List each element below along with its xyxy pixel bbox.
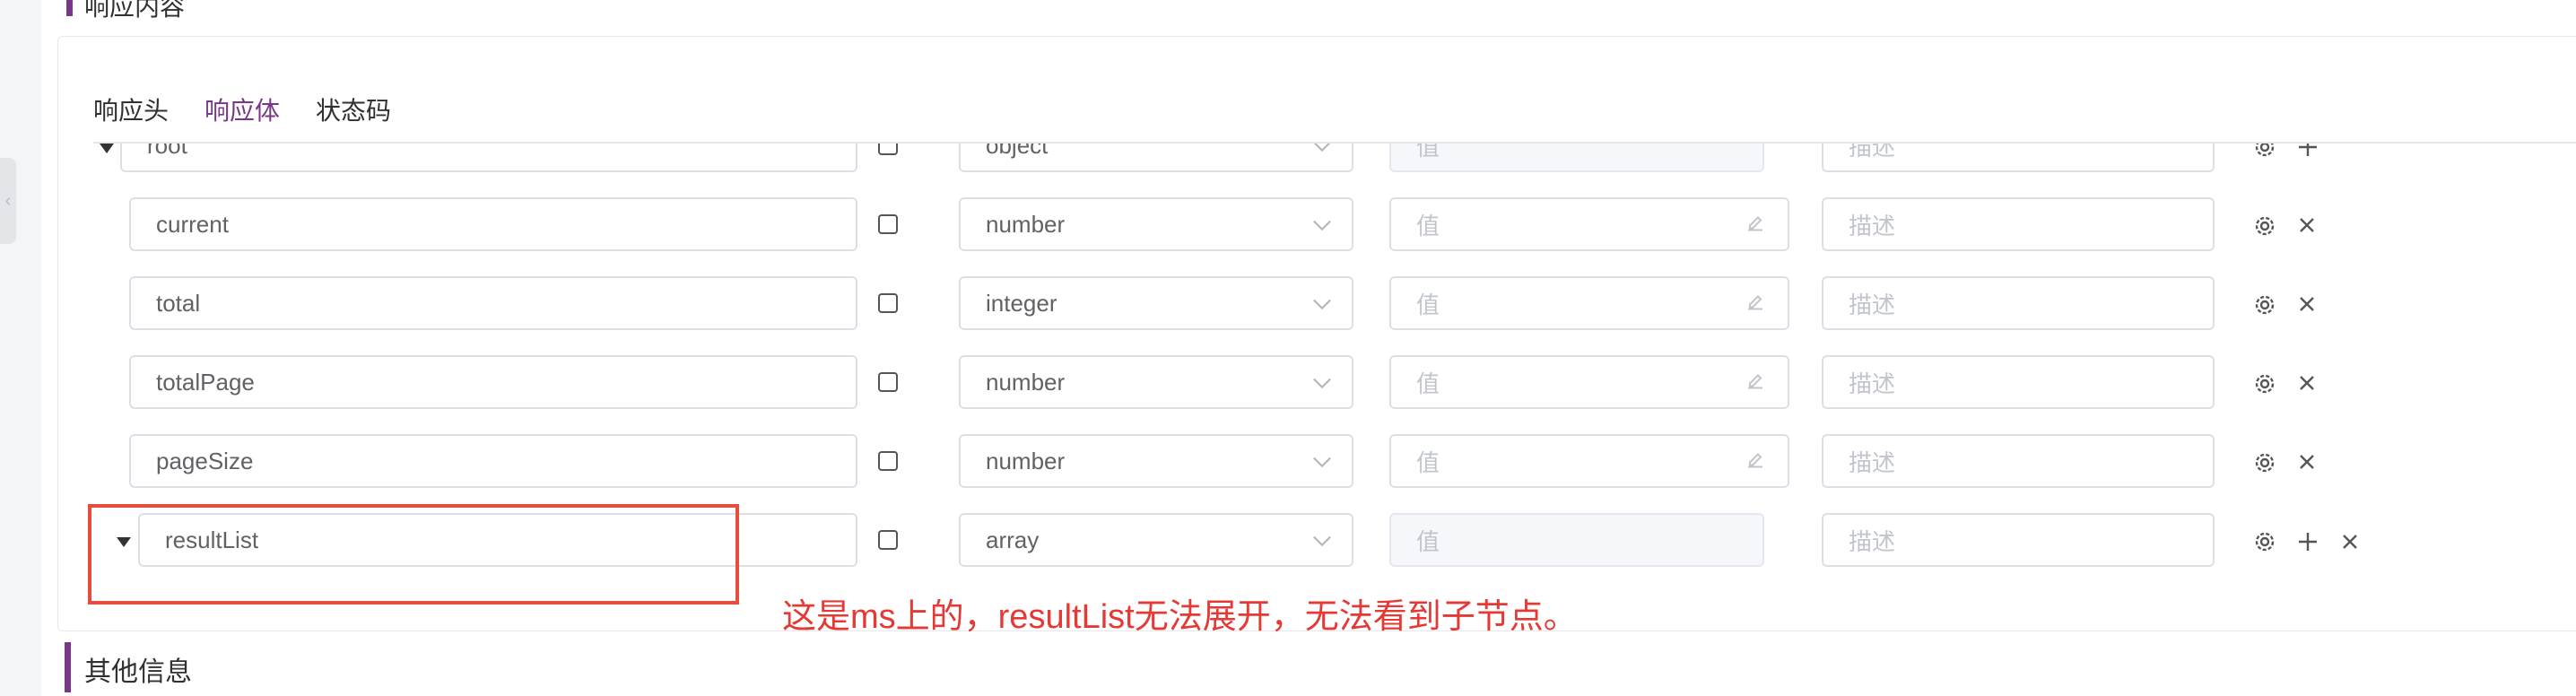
value-input[interactable]: 值 [1389, 513, 1764, 567]
required-checkbox[interactable] [878, 214, 898, 234]
type-select[interactable]: object [959, 144, 1353, 172]
description-input[interactable]: 描述 [1822, 197, 2215, 251]
type-select[interactable]: number [959, 434, 1353, 488]
left-sidebar-strip [0, 0, 41, 696]
field-name-input[interactable]: current [129, 197, 857, 251]
chevron-down-icon [1313, 370, 1331, 389]
pencil-icon[interactable] [1745, 369, 1766, 396]
field-name-input[interactable]: root [120, 144, 857, 172]
close-icon[interactable] [2339, 531, 2361, 552]
value-input[interactable]: 值 [1389, 276, 1789, 330]
close-icon[interactable] [2296, 214, 2318, 236]
chevron-down-icon [1313, 291, 1331, 310]
close-icon[interactable] [2296, 293, 2318, 315]
annotation-highlight-box [88, 504, 739, 605]
value-input[interactable]: 值 [1389, 355, 1789, 409]
close-icon[interactable] [2296, 451, 2318, 473]
section-title-response-content: 响应内容 [84, 0, 186, 21]
table-row-current: current number 值 描述 [57, 197, 2576, 255]
caret-down-icon[interactable] [100, 144, 114, 153]
tab-response-body[interactable]: 响应体 [205, 86, 281, 149]
tab-response-headers[interactable]: 响应头 [93, 86, 169, 140]
gear-icon[interactable] [2253, 293, 2276, 317]
pencil-icon[interactable] [1745, 290, 1766, 318]
gear-icon[interactable] [2253, 214, 2276, 238]
section-accent-bar [65, 642, 71, 692]
plus-icon[interactable] [2296, 144, 2319, 159]
chevron-down-icon [1313, 213, 1331, 231]
table-row-total: total integer 值 描述 [57, 276, 2576, 334]
required-checkbox[interactable] [878, 144, 898, 155]
description-input[interactable]: 描述 [1822, 434, 2215, 488]
description-input[interactable]: 描述 [1822, 276, 2215, 330]
description-input[interactable]: 描述 [1822, 513, 2215, 567]
sidebar-collapse-handle[interactable]: ‹ [0, 158, 16, 244]
response-tabs: 响应头 响应体 状态码 [93, 86, 427, 149]
gear-icon[interactable] [2253, 530, 2276, 553]
pencil-icon[interactable] [1745, 211, 1766, 239]
value-input[interactable]: 值 [1389, 434, 1789, 488]
section-title-other-info: 其他信息 [84, 657, 192, 687]
gear-icon[interactable] [2253, 144, 2276, 159]
table-row-pagesize: pageSize number 值 描述 [57, 434, 2576, 492]
chevron-down-icon [1313, 528, 1331, 547]
annotation-text: 这是ms上的，resultList无法展开，无法看到子节点。 [782, 598, 1578, 636]
value-input[interactable]: 值 [1389, 197, 1789, 251]
gear-icon[interactable] [2253, 451, 2276, 474]
gear-icon[interactable] [2253, 372, 2276, 396]
plus-icon[interactable] [2296, 530, 2319, 553]
field-name-input[interactable]: totalPage [129, 355, 857, 409]
value-input[interactable]: 值 [1389, 144, 1764, 172]
description-input[interactable]: 描述 [1822, 355, 2215, 409]
required-checkbox[interactable] [878, 451, 898, 471]
chevron-left-icon: ‹ [4, 190, 12, 211]
type-select[interactable]: number [959, 355, 1353, 409]
chevron-down-icon [1313, 144, 1331, 152]
section-accent-bar [66, 0, 73, 16]
type-select[interactable]: number [959, 197, 1353, 251]
required-checkbox[interactable] [878, 372, 898, 392]
table-row-root: root object 值 描述 [57, 144, 2576, 176]
field-name-input[interactable]: pageSize [129, 434, 857, 488]
chevron-down-icon [1313, 449, 1331, 468]
table-row-totalpage: totalPage number 值 描述 [57, 355, 2576, 413]
required-checkbox[interactable] [878, 530, 898, 550]
type-select[interactable]: integer [959, 276, 1353, 330]
field-name-input[interactable]: total [129, 276, 857, 330]
close-icon[interactable] [2296, 372, 2318, 394]
pencil-icon[interactable] [1745, 448, 1766, 475]
required-checkbox[interactable] [878, 293, 898, 313]
type-select[interactable]: array [959, 513, 1353, 567]
description-input[interactable]: 描述 [1822, 144, 2215, 172]
tab-status-code[interactable]: 状态码 [316, 86, 391, 140]
